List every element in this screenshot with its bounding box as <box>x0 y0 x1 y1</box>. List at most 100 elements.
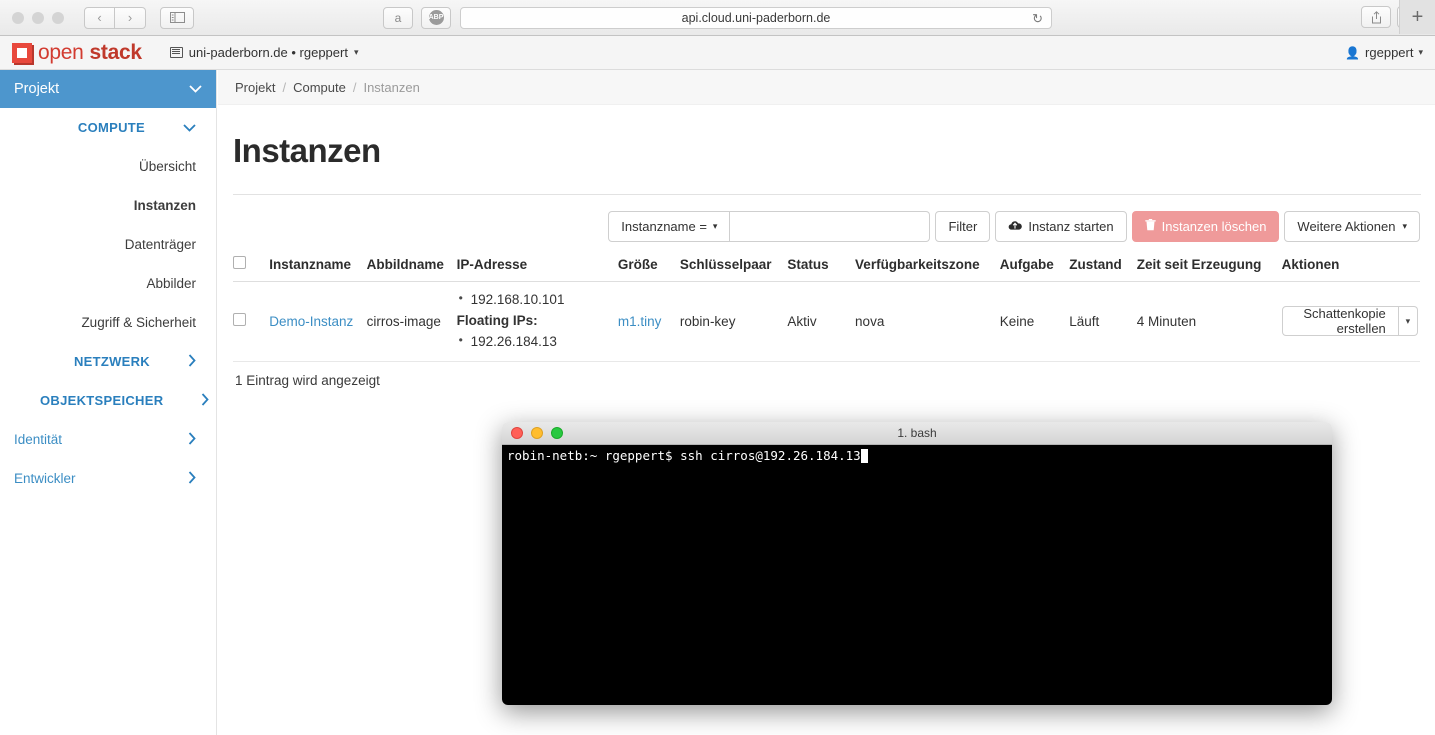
url-text: api.cloud.uni-paderborn.de <box>681 11 831 25</box>
launch-instance-label: Instanz starten <box>1028 219 1114 234</box>
openstack-cube-icon <box>12 42 32 63</box>
launch-instance-button[interactable]: Instanz starten <box>995 211 1127 242</box>
more-actions-label: Weitere Aktionen <box>1297 219 1396 234</box>
sidebar-item-entwickler[interactable]: Entwickler <box>0 459 216 498</box>
sidebar-item-zugriff-sicherheit[interactable]: Zugriff & Sicherheit <box>0 303 216 342</box>
openstack-topbar: open stack uni-paderborn.de • rgeppert ▾ … <box>0 36 1435 70</box>
flavor-link[interactable]: m1.tiny <box>618 314 662 329</box>
terminal-cursor <box>860 449 868 463</box>
minimize-window-button[interactable] <box>32 11 44 24</box>
sidebar: Projekt COMPUTE Übersicht Instanzen Date… <box>0 70 217 735</box>
user-icon: 👤 <box>1345 45 1361 60</box>
share-icon[interactable] <box>1361 6 1391 28</box>
cell-actions: Schattenkopie erstellen ▾ <box>1281 281 1420 362</box>
chevron-down-icon: ▾ <box>712 221 718 231</box>
project-icon <box>169 47 183 58</box>
row-checkbox[interactable] <box>233 313 246 327</box>
delete-instances-button[interactable]: Instanzen löschen <box>1131 211 1280 242</box>
ip-address-list: 192.168.10.101 Floating IPs: 192.26.184.… <box>456 289 618 353</box>
sidebar-group-objektspeicher[interactable]: OBJEKTSPEICHER <box>0 381 216 420</box>
cell-image-name: cirros-image <box>366 281 457 362</box>
more-actions-button[interactable]: Weitere Aktionen ▾ <box>1284 211 1420 242</box>
sidebar-item-abbilder[interactable]: Abbilder <box>0 264 216 303</box>
project-switcher[interactable]: uni-paderborn.de • rgeppert ▾ <box>169 45 359 60</box>
sidebar-group-compute[interactable]: COMPUTE <box>0 108 216 147</box>
sidebar-item-label: Identität <box>14 432 63 447</box>
reload-icon[interactable]: ↻ <box>1032 11 1043 27</box>
sidebar-item-label: Abbilder <box>146 276 196 291</box>
page-title: Instanzen <box>233 132 381 169</box>
browser-nav-buttons: ‹ › <box>84 6 146 29</box>
col-ip-adresse[interactable]: IP-Adresse <box>456 256 618 282</box>
filter-field-label: Instanzname = <box>621 219 707 234</box>
breadcrumb-current: Instanzen <box>363 79 420 95</box>
filter-input[interactable] <box>730 211 931 242</box>
breadcrumb-item-projekt[interactable]: Projekt <box>235 80 275 95</box>
select-all-header <box>233 256 270 282</box>
terminal-body[interactable]: robin-netb:~ rgeppert$ ssh cirros@192.26… <box>502 445 1332 705</box>
sidebar-group-compute-label: COMPUTE <box>77 120 145 135</box>
forward-button[interactable]: › <box>115 6 146 29</box>
browser-toolbar: ‹ › a ABP api.cloud.uni-paderborn.de ↻ + <box>0 0 1435 36</box>
col-groesse[interactable]: Größe <box>617 256 680 282</box>
filter-button[interactable]: Filter <box>935 211 991 242</box>
sidebar-item-datentraeger[interactable]: Datenträger <box>0 225 216 264</box>
new-tab-button[interactable]: + <box>1399 0 1435 34</box>
sidebar-header-label: Projekt <box>14 81 60 97</box>
col-aktionen: Aktionen <box>1281 256 1420 282</box>
trash-icon <box>1144 219 1156 234</box>
browser-extensions: a ABP <box>383 6 451 29</box>
user-menu[interactable]: 👤 rgeppert ▾ <box>1345 45 1423 60</box>
sidebar-header-projekt[interactable]: Projekt <box>0 70 216 108</box>
col-zeit-seit-erzeugung[interactable]: Zeit seit Erzeugung <box>1136 256 1282 282</box>
sidebar-item-label: Datenträger <box>124 237 196 252</box>
delete-instances-label: Instanzen löschen <box>1161 219 1267 234</box>
breadcrumb: Projekt / Compute / Instanzen <box>218 70 1435 105</box>
col-abbildname[interactable]: Abbildname <box>366 256 457 282</box>
back-button[interactable]: ‹ <box>84 6 115 29</box>
table-toolbar: Instanzname = ▾ Filter Instanz starten I… <box>233 211 1420 242</box>
openstack-logo[interactable]: open stack <box>12 41 142 65</box>
terminal-titlebar[interactable]: 1. bash <box>502 422 1332 445</box>
sidebar-toggle-icon[interactable] <box>160 6 194 29</box>
close-window-button[interactable] <box>12 11 24 24</box>
adblock-plus-icon[interactable]: ABP <box>421 6 451 29</box>
floating-ips-label: Floating IPs: <box>456 312 538 328</box>
logo-stack-text: stack <box>89 40 143 64</box>
window-traffic-lights <box>12 11 64 24</box>
sidebar-item-identitaet[interactable]: Identität <box>0 420 216 459</box>
terminal-command-line: robin-netb:~ rgeppert$ ssh cirros@192.26… <box>507 448 861 463</box>
sidebar-item-uebersicht[interactable]: Übersicht <box>0 147 216 186</box>
col-schluesselpaar[interactable]: Schlüsselpaar <box>679 256 788 282</box>
terminal-window: 1. bash robin-netb:~ rgeppert$ ssh cirro… <box>502 422 1332 705</box>
chevron-down-icon: ▾ <box>1418 47 1423 57</box>
row-actions-dropdown-toggle[interactable]: ▾ <box>1398 306 1418 337</box>
sidebar-item-instanzen[interactable]: Instanzen <box>0 186 216 225</box>
col-aufgabe[interactable]: Aufgabe <box>999 256 1070 282</box>
filter-field-select[interactable]: Instanzname = ▾ <box>608 211 731 242</box>
create-snapshot-button[interactable]: Schattenkopie erstellen <box>1281 306 1399 337</box>
instance-name-link[interactable]: Demo-Instanz <box>269 314 353 329</box>
breadcrumb-separator: / <box>352 79 357 95</box>
sidebar-group-netzwerk-label: NETZWERK <box>73 354 150 369</box>
maximize-window-button[interactable] <box>52 11 64 24</box>
chevron-right-icon <box>188 431 196 448</box>
col-zustand[interactable]: Zustand <box>1069 256 1137 282</box>
address-bar[interactable]: api.cloud.uni-paderborn.de ↻ <box>460 7 1052 29</box>
cell-instance-name: Demo-Instanz <box>269 281 367 362</box>
sidebar-group-netzwerk[interactable]: NETZWERK <box>0 342 216 381</box>
col-status[interactable]: Status <box>787 256 856 282</box>
chevron-down-icon <box>183 121 196 135</box>
chevron-down-icon: ▾ <box>353 47 359 57</box>
cell-ip-addresses: 192.168.10.101 Floating IPs: 192.26.184.… <box>456 281 618 362</box>
col-instanzname[interactable]: Instanzname <box>269 256 367 282</box>
amazon-icon[interactable]: a <box>383 6 413 29</box>
sidebar-item-label: Entwickler <box>14 471 76 486</box>
select-all-checkbox[interactable] <box>233 256 246 269</box>
cell-status: Aktiv <box>787 281 856 362</box>
cell-flavor: m1.tiny <box>617 281 680 362</box>
col-verfuegbarkeitszone[interactable]: Verfügbarkeitszone <box>855 256 1000 282</box>
table-body: Demo-Instanz cirros-image 192.168.10.101… <box>233 281 1420 362</box>
breadcrumb-item-compute[interactable]: Compute <box>293 80 346 95</box>
table-header-row: Instanzname Abbildname IP-Adresse Größe … <box>233 256 1420 282</box>
